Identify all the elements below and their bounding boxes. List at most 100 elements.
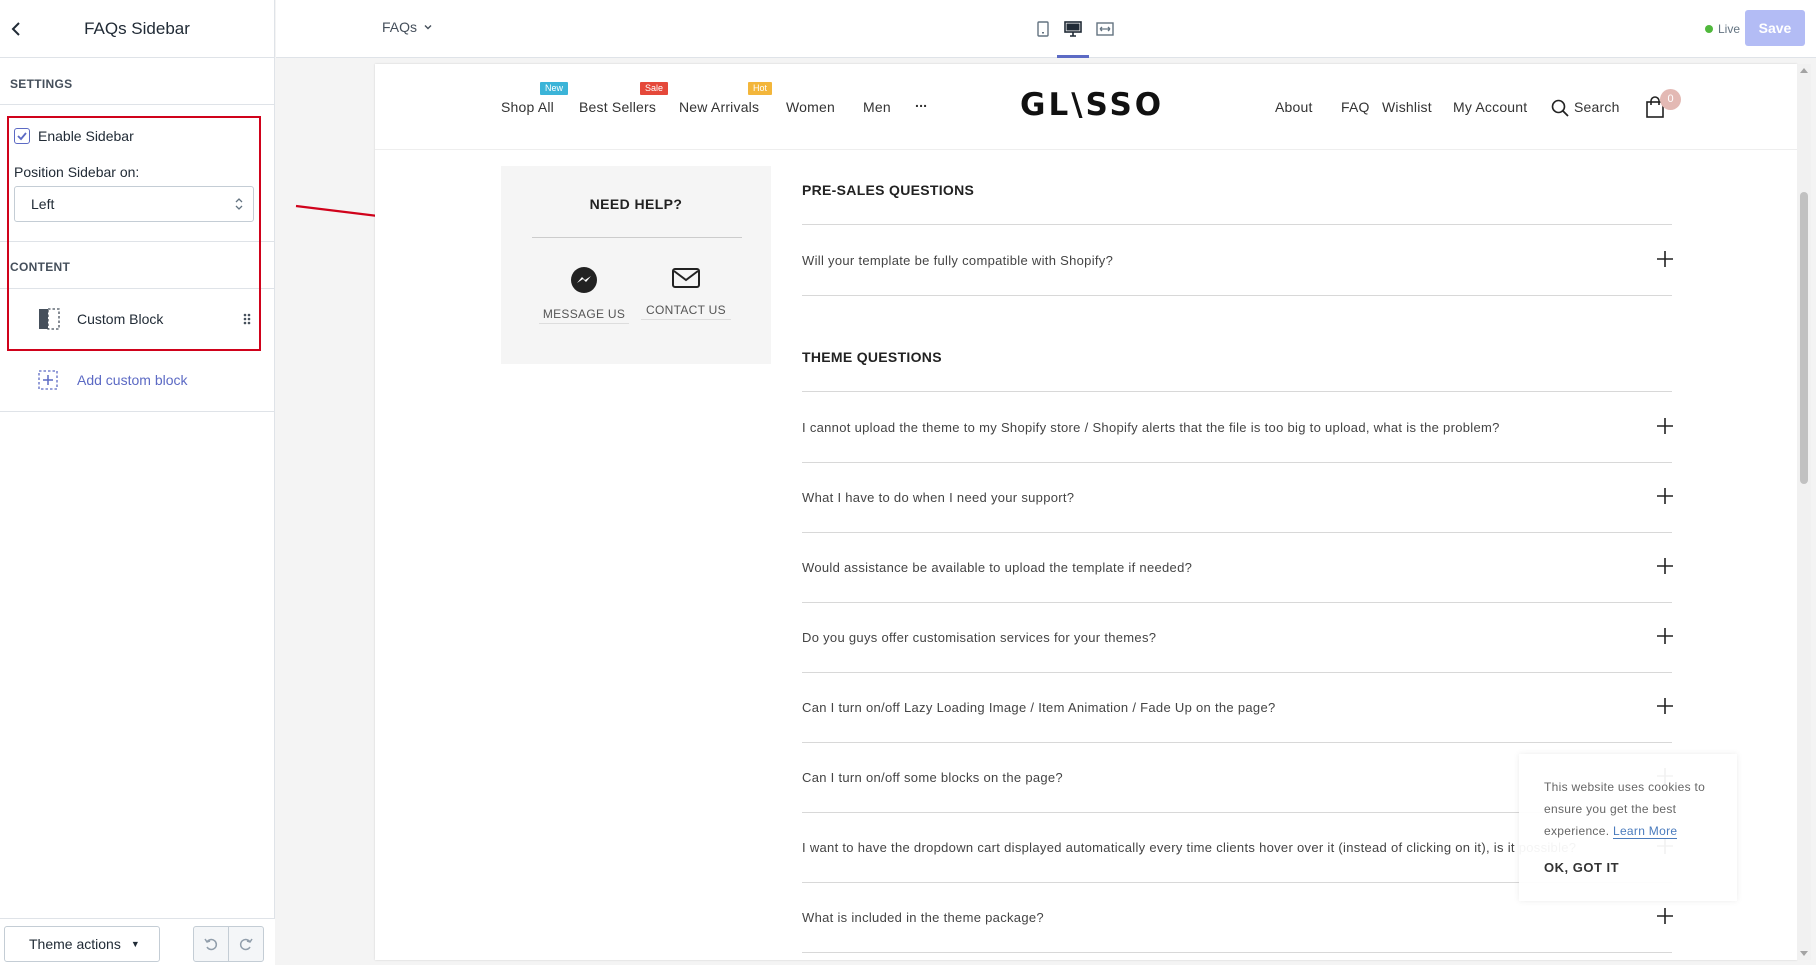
theme-actions-button[interactable]: Theme actions ▼ <box>4 926 160 962</box>
plus-icon[interactable] <box>1657 488 1673 504</box>
learn-more-link[interactable]: Learn More <box>1612 824 1678 839</box>
nav-more[interactable]: ... <box>915 94 927 110</box>
active-view-indicator <box>1057 55 1089 58</box>
nav-search-label[interactable]: Search <box>1574 99 1620 115</box>
faq-question[interactable]: Will your template be fully compatible w… <box>802 253 1672 268</box>
nav-faq[interactable]: FAQ <box>1341 99 1370 115</box>
nav-men[interactable]: Men <box>863 99 891 115</box>
caret-down-icon: ▼ <box>130 939 140 949</box>
nav-best-sellers[interactable]: Best Sellers <box>579 99 656 115</box>
plus-icon[interactable] <box>1657 628 1673 644</box>
save-button[interactable]: Save <box>1745 10 1805 46</box>
faq-divider <box>802 224 1672 225</box>
nav-about[interactable]: About <box>1275 99 1313 115</box>
scroll-up-arrow-icon[interactable] <box>1800 68 1808 73</box>
scrollbar-thumb[interactable] <box>1800 192 1808 484</box>
live-dot-icon <box>1705 25 1713 33</box>
faq-question[interactable]: What I have to do when I need your suppo… <box>802 490 1672 505</box>
faq-question[interactable]: What is included in the theme package? <box>802 910 1672 925</box>
faq-divider <box>802 391 1672 392</box>
faq-divider <box>802 462 1672 463</box>
chevron-down-icon <box>424 25 432 30</box>
contact-us-link[interactable]: CONTACT US <box>641 266 731 320</box>
cookie-banner: This website uses cookies to ensure you … <box>1519 754 1737 901</box>
sidebar-footer: Theme actions ▼ <box>0 918 275 965</box>
nav-my-account[interactable]: My Account <box>1453 99 1527 115</box>
divider <box>532 237 742 238</box>
page-selector[interactable]: FAQs <box>382 19 433 35</box>
nav-shop-all[interactable]: Shop All <box>501 99 554 115</box>
live-label: Live <box>1718 22 1741 36</box>
redo-button[interactable] <box>228 926 264 962</box>
faq-question[interactable]: Do you guys offer customisation services… <box>802 630 1672 645</box>
add-block-icon <box>38 370 58 390</box>
badge-hot: Hot <box>748 82 773 95</box>
faq-divider <box>802 532 1672 533</box>
faq-divider <box>802 295 1672 296</box>
faq-question[interactable]: Can I turn on/off Lazy Loading Image / I… <box>802 700 1672 715</box>
block-layout-icon <box>39 308 60 330</box>
desktop-icon <box>1064 21 1082 37</box>
store-logo[interactable]: GL\SSO <box>1020 87 1164 123</box>
sidebar-header: FAQs Sidebar <box>0 0 274 58</box>
position-sidebar-select[interactable]: Left <box>14 186 254 222</box>
position-sidebar-label: Position Sidebar on: <box>14 164 140 180</box>
mobile-icon <box>1037 21 1049 37</box>
contact-us-label: CONTACT US <box>641 303 731 320</box>
nav-wishlist[interactable]: Wishlist <box>1382 99 1432 115</box>
theme-heading: THEME QUESTIONS <box>802 349 942 365</box>
theme-actions-label: Theme actions <box>29 936 121 952</box>
enable-sidebar-label: Enable Sidebar <box>38 128 134 144</box>
checkbox-checked-icon[interactable] <box>14 128 30 144</box>
need-help-title: NEED HELP? <box>589 196 683 212</box>
select-arrows-icon <box>235 198 243 210</box>
plus-icon[interactable] <box>1657 558 1673 574</box>
badge-sale: Sale <box>640 82 669 95</box>
search-icon[interactable] <box>1551 99 1569 117</box>
undo-icon <box>204 938 218 951</box>
presales-heading: PRE-SALES QUESTIONS <box>802 182 975 198</box>
faq-divider <box>802 672 1672 673</box>
custom-block-label: Custom Block <box>77 311 164 327</box>
settings-heading: SETTINGS <box>10 77 73 91</box>
nav-new-arrivals[interactable]: New Arrivals <box>679 99 759 115</box>
envelope-icon <box>672 268 700 288</box>
badge-new: New <box>540 82 569 95</box>
scroll-down-arrow-icon[interactable] <box>1800 951 1808 956</box>
desktop-view-button[interactable] <box>1062 18 1084 40</box>
messenger-icon <box>571 267 597 293</box>
redo-icon <box>239 938 253 951</box>
preview-scrollbar[interactable] <box>1797 64 1811 960</box>
message-us-link[interactable]: MESSAGE US <box>539 266 629 324</box>
add-custom-block-button[interactable]: Add custom block <box>0 356 275 406</box>
message-us-label: MESSAGE US <box>539 307 629 324</box>
custom-block-item[interactable]: Custom Block <box>0 290 275 350</box>
editor-topbar: FAQs Live Save <box>276 0 1816 58</box>
editor-sidebar: FAQs Sidebar SETTINGS Enable Sidebar Pos… <box>0 0 275 965</box>
need-help-box: NEED HELP? MESSAGE US CONTACT US <box>501 166 771 364</box>
plus-icon[interactable] <box>1657 251 1673 267</box>
faq-divider <box>802 602 1672 603</box>
cookie-accept-button[interactable]: OK, GOT IT <box>1544 860 1619 875</box>
add-custom-block-label: Add custom block <box>77 372 188 388</box>
drag-handle-icon[interactable] <box>242 312 252 326</box>
mobile-view-button[interactable] <box>1032 18 1054 40</box>
fullscreen-icon <box>1096 22 1114 36</box>
faq-question[interactable]: Would assistance be available to upload … <box>802 560 1672 575</box>
page-selector-label: FAQs <box>382 19 418 35</box>
cart-count-badge: 0 <box>1660 89 1681 110</box>
nav-women[interactable]: Women <box>786 99 835 115</box>
fullscreen-view-button[interactable] <box>1094 18 1116 40</box>
undo-button[interactable] <box>193 926 229 962</box>
content-heading: CONTENT <box>10 260 71 274</box>
plus-icon[interactable] <box>1657 908 1673 924</box>
enable-sidebar-checkbox[interactable]: Enable Sidebar <box>14 128 134 144</box>
faq-question[interactable]: I cannot upload the theme to my Shopify … <box>802 420 1672 435</box>
cookie-text: This website uses cookies to ensure you … <box>1544 776 1724 842</box>
faq-divider <box>802 952 1672 953</box>
live-status: Live <box>1705 22 1740 36</box>
faq-divider <box>802 742 1672 743</box>
plus-icon[interactable] <box>1657 698 1673 714</box>
plus-icon[interactable] <box>1657 418 1673 434</box>
position-select-value: Left <box>31 196 55 212</box>
